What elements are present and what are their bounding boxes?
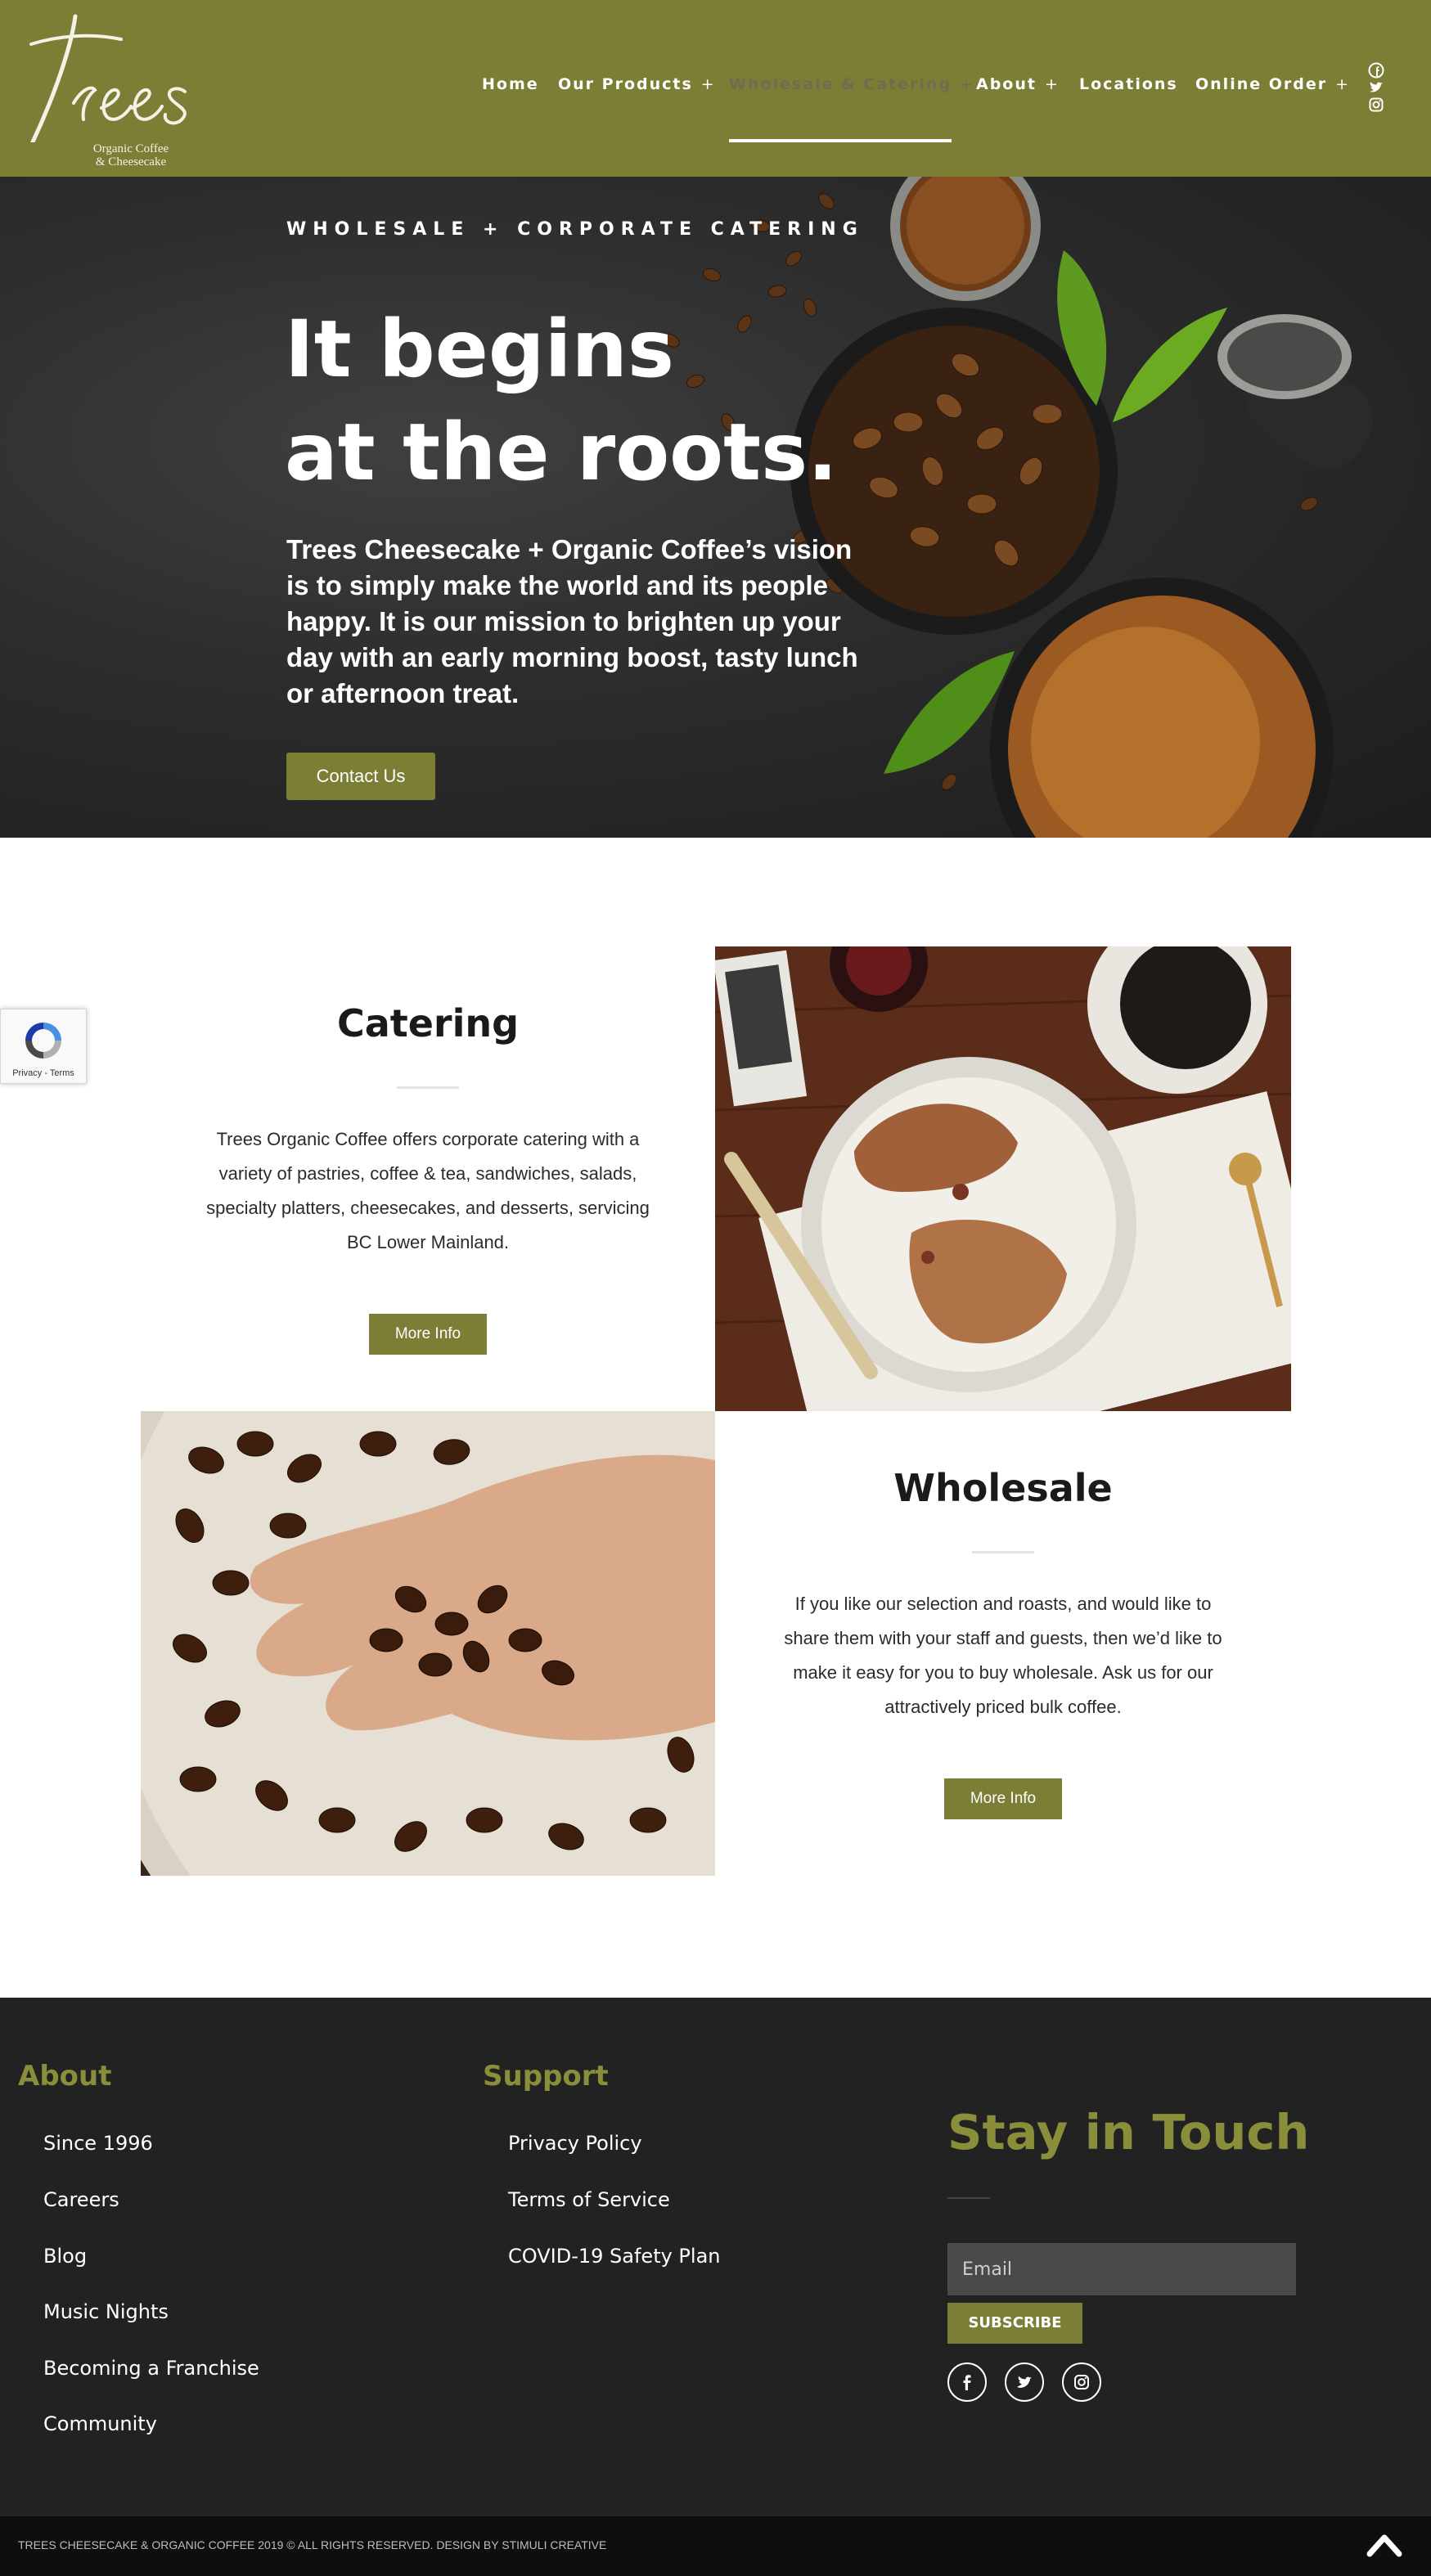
- hero-title-line2: at the roots.: [285, 407, 838, 498]
- stay-in-touch-divider: [947, 2197, 990, 2199]
- footer-twitter-link[interactable]: [1005, 2362, 1044, 2402]
- nav-item-online-order[interactable]: Online Order +: [1195, 75, 1350, 93]
- header-social-links: [1368, 62, 1388, 113]
- submenu-plus-icon[interactable]: +: [960, 75, 974, 93]
- hero-kicker: WHOLESALE + CORPORATE CATERING: [286, 219, 864, 240]
- recaptcha-links[interactable]: Privacy - Terms: [1, 1068, 86, 1078]
- coffee-beans-photo: [662, 177, 1373, 838]
- logo-tagline-line1: Organic Coffee: [92, 142, 169, 155]
- nav-item-label: Wholesale & Catering: [729, 75, 952, 93]
- nav-item-about[interactable]: About +: [976, 75, 1060, 93]
- footer-about-heading: About: [18, 2060, 112, 2093]
- footer-instagram-link[interactable]: [1062, 2362, 1101, 2402]
- twitter-icon[interactable]: [1368, 79, 1384, 96]
- submenu-plus-icon[interactable]: +: [1335, 75, 1350, 93]
- newsletter-email-input[interactable]: [947, 2243, 1296, 2295]
- footer-link-since-1996[interactable]: Since 1996: [43, 2132, 153, 2155]
- footer-link-music-nights[interactable]: Music Nights: [43, 2300, 169, 2323]
- wholesale-description: If you like our selection and roasts, an…: [784, 1594, 1222, 1717]
- cake-plate-photo: [715, 946, 1291, 1411]
- nav-item-label: About: [976, 75, 1037, 93]
- footer-link-becoming-a-franchise[interactable]: Becoming a Franchise: [43, 2357, 259, 2380]
- facebook-icon: [963, 2375, 971, 2390]
- recaptcha-icon: [25, 1023, 61, 1059]
- catering-divider: [397, 1086, 459, 1089]
- footer-link-blog[interactable]: Blog: [43, 2245, 87, 2268]
- back-to-top-chevron-icon[interactable]: [1366, 2529, 1402, 2559]
- site-header: Organic Coffee & Cheesecake Home Our Pro…: [0, 0, 1431, 177]
- nav-item-label: Our Products: [558, 75, 693, 93]
- facebook-icon[interactable]: [1368, 62, 1384, 79]
- nav-item-home[interactable]: Home: [482, 75, 539, 93]
- hand-coffee-beans-photo: [141, 1411, 715, 1876]
- nav-item-locations[interactable]: Locations: [1079, 75, 1178, 93]
- nav-item-wholesale-catering[interactable]: Wholesale & Catering +: [729, 75, 974, 93]
- submenu-plus-icon[interactable]: +: [701, 75, 716, 93]
- footer-link-community[interactable]: Community: [43, 2412, 157, 2435]
- wholesale-divider: [972, 1551, 1034, 1553]
- footer-link-covid-19-safety-plan[interactable]: COVID-19 Safety Plan: [508, 2245, 721, 2268]
- instagram-icon: [1074, 2375, 1089, 2389]
- hero-section: WHOLESALE + CORPORATE CATERING It begins…: [0, 177, 1431, 838]
- site-footer: About Since 1996 Careers Blog Music Nigh…: [0, 1998, 1431, 2516]
- logo-tagline: Organic Coffee & Cheesecake: [82, 142, 180, 169]
- nav-item-label: Online Order: [1195, 75, 1328, 93]
- subscribe-button[interactable]: SUBSCRIBE: [947, 2303, 1082, 2344]
- wholesale-title: Wholesale: [893, 1466, 1113, 1510]
- submenu-plus-icon[interactable]: +: [1045, 75, 1060, 93]
- hero-title-line1: It begins: [285, 303, 674, 395]
- nav-item-label: Locations: [1079, 75, 1178, 93]
- footer-facebook-link[interactable]: [947, 2362, 987, 2402]
- copyright-bar: TREES CHEESECAKE & ORGANIC COFFEE 2019 ©…: [0, 2516, 1431, 2576]
- logo-tagline-line2: & Cheesecake: [95, 155, 167, 169]
- nav-item-our-products[interactable]: Our Products +: [558, 75, 716, 93]
- main-nav: Home Our Products + Wholesale & Catering +…: [0, 75, 1431, 100]
- catering-title: Catering: [336, 1001, 520, 1045]
- stay-in-touch-heading: Stay in Touch: [947, 2104, 1310, 2160]
- catering-description: Trees Organic Coffee offers corporate ca…: [206, 1129, 650, 1252]
- footer-link-privacy-policy[interactable]: Privacy Policy: [508, 2132, 642, 2155]
- active-nav-underline: [729, 139, 952, 142]
- copyright-text: TREES CHEESECAKE & ORGANIC COFFEE 2019 ©…: [18, 2538, 607, 2551]
- footer-link-careers[interactable]: Careers: [43, 2188, 119, 2211]
- hero-title: It begins at the roots.: [285, 298, 857, 504]
- instagram-icon[interactable]: [1368, 97, 1384, 113]
- footer-support-heading: Support: [483, 2060, 609, 2093]
- twitter-icon: [1017, 2376, 1032, 2388]
- nav-item-label: Home: [482, 75, 539, 93]
- catering-more-info-button[interactable]: More Info: [369, 1314, 487, 1355]
- footer-link-terms-of-service[interactable]: Terms of Service: [508, 2188, 670, 2211]
- wholesale-more-info-button[interactable]: More Info: [944, 1778, 1062, 1819]
- recaptcha-badge[interactable]: Privacy - Terms: [0, 1009, 87, 1084]
- contact-us-button[interactable]: Contact Us: [286, 753, 435, 800]
- hero-description: Trees Cheesecake + Organic Coffee’s visi…: [286, 534, 858, 708]
